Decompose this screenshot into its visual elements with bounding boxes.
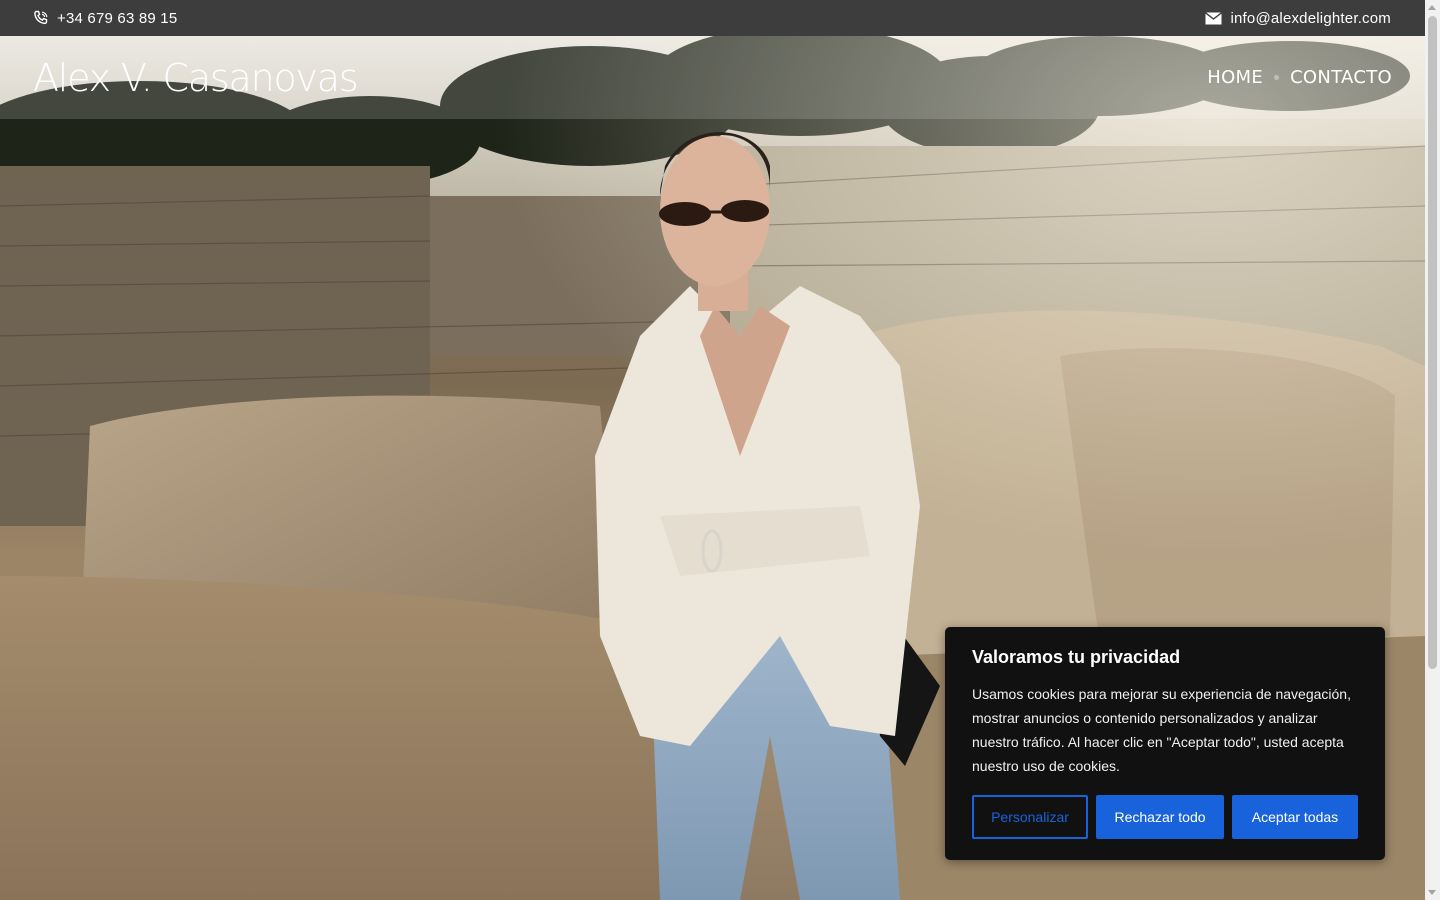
cookie-banner-title: Valoramos tu privacidad	[972, 647, 1181, 667]
cookie-banner-actions: Personalizar Rechazar todo Aceptar todas	[972, 795, 1358, 839]
top-contact-bar: +34 679 63 89 15 info@alexdelighter.com	[0, 0, 1425, 36]
envelope-icon	[1205, 11, 1223, 25]
customize-button[interactable]: Personalizar	[972, 795, 1088, 839]
email-contact[interactable]: info@alexdelighter.com	[1205, 10, 1391, 27]
main-nav: HOME CONTACTO	[1207, 67, 1392, 88]
scroll-down-arrow-icon[interactable]	[1428, 890, 1436, 895]
nav-separator	[1274, 75, 1280, 80]
accept-all-button[interactable]: Aceptar todas	[1232, 795, 1358, 839]
phone-contact[interactable]: +34 679 63 89 15	[33, 10, 177, 27]
phone-icon	[33, 10, 49, 26]
cookie-consent-banner: Valoramos tu privacidad Usamos cookies p…	[945, 627, 1385, 860]
site-header: Alex V. Casanovas HOME CONTACTO	[0, 36, 1425, 119]
email-address: info@alexdelighter.com	[1230, 9, 1391, 27]
phone-number: +34 679 63 89 15	[57, 9, 178, 27]
reject-all-button[interactable]: Rechazar todo	[1096, 795, 1224, 839]
scroll-up-arrow-icon[interactable]	[1428, 5, 1436, 10]
cookie-banner-text: Usamos cookies para mejorar su experienc…	[972, 686, 1351, 774]
site-logo[interactable]: Alex V. Casanovas	[33, 56, 359, 100]
scrollbar-thumb[interactable]	[1428, 16, 1437, 669]
nav-home[interactable]: HOME	[1207, 67, 1263, 88]
page-scrollbar[interactable]	[1425, 0, 1440, 900]
nav-contacto[interactable]: CONTACTO	[1290, 67, 1392, 88]
